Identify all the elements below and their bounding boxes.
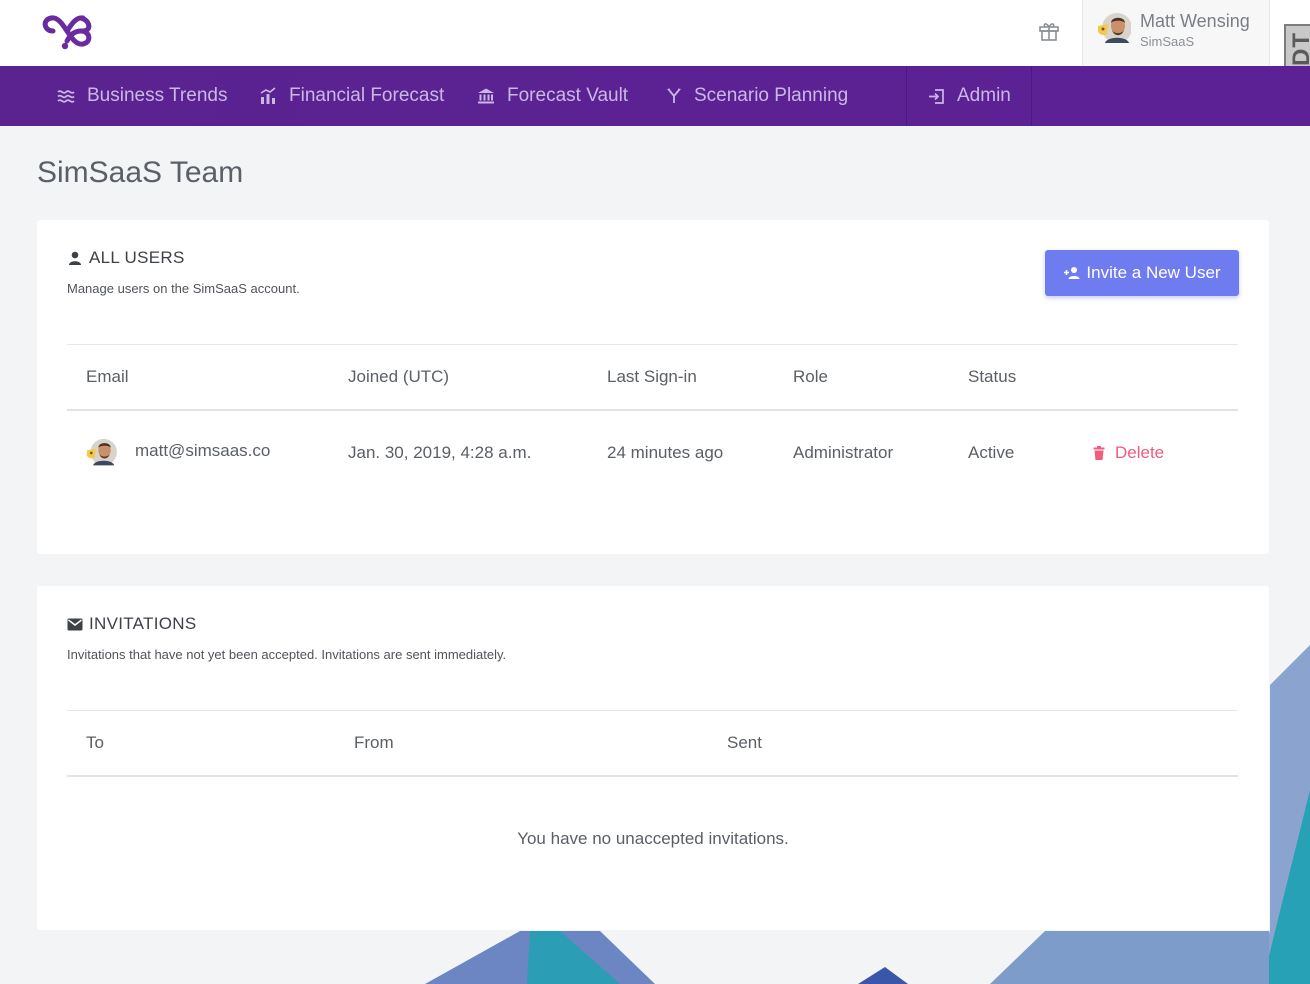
user-last-sign-in: 24 minutes ago	[607, 443, 724, 462]
invite-user-button[interactable]: Invite a New User	[1045, 250, 1239, 296]
user-name: Matt Wensing	[1140, 11, 1250, 31]
user-org: SimSaaS	[1140, 34, 1195, 49]
table-top-rule	[67, 344, 1238, 345]
mail-icon	[67, 618, 83, 630]
column-header-joined: Joined (UTC)	[348, 367, 450, 386]
users-card-subtitle: Manage users on the SimSaaS account.	[67, 281, 300, 296]
branch-icon	[667, 88, 681, 103]
avatar	[86, 438, 117, 466]
column-header-to: To	[86, 733, 104, 752]
trash-icon	[1093, 446, 1105, 460]
avatar	[1098, 13, 1131, 43]
top-bar: Matt Wensing SimSaaS DoDT	[0, 0, 1310, 102]
column-header-last-sign-in: Last Sign-in	[607, 367, 697, 386]
nav-label: Forecast Vault	[507, 85, 629, 106]
nav-business-trends[interactable]: Business Trends	[57, 66, 227, 126]
nav-label: Scenario Planning	[694, 85, 849, 106]
nav-admin[interactable]: Admin	[928, 66, 1011, 126]
invitations-card-title-text: INVITATIONS	[89, 614, 197, 633]
user-joined: Jan. 30, 2019, 4:28 a.m.	[348, 443, 532, 462]
user-status: Active	[968, 443, 1015, 462]
gift-icon[interactable]	[1038, 20, 1060, 42]
column-header-role: Role	[793, 367, 828, 386]
user-menu[interactable]: Matt Wensing SimSaaS	[1082, 0, 1270, 65]
users-card-title: ALL USERS	[67, 248, 185, 268]
trends-icon	[57, 90, 75, 103]
empty-invitations-message: You have no unaccepted invitations.	[517, 829, 789, 848]
nav-forecast-vault[interactable]: Forecast Vault	[477, 66, 628, 126]
invite-user-button-label: Invite a New User	[1086, 263, 1221, 282]
infinity-logo-icon[interactable]	[38, 11, 96, 51]
nav-scenario-planning[interactable]: Scenario Planning	[666, 66, 848, 126]
nav-divider	[1031, 66, 1032, 126]
person-icon	[69, 251, 81, 265]
bank-icon	[478, 88, 494, 104]
nav-label: Admin	[957, 85, 1011, 106]
invitations-card: INVITATIONS Invitations that have not ye…	[37, 586, 1269, 930]
delete-user-button[interactable]: Delete	[1093, 443, 1164, 463]
bar-chart-icon	[260, 87, 276, 104]
nav-financial-forecast[interactable]: Financial Forecast	[259, 66, 444, 126]
column-header-email: Email	[86, 367, 129, 386]
users-card-title-text: ALL USERS	[89, 248, 185, 267]
sign-in-icon	[929, 88, 944, 104]
column-header-sent: Sent	[727, 733, 762, 752]
table-header-rule	[67, 775, 1238, 777]
table-top-rule	[67, 710, 1238, 711]
person-add-icon	[1064, 267, 1080, 279]
invitations-card-subtitle: Invitations that have not yet been accep…	[67, 647, 507, 662]
column-header-from: From	[354, 733, 394, 752]
page-title: SimSaaS Team	[37, 156, 244, 189]
users-card: ALL USERS Manage users on the SimSaaS ac…	[37, 220, 1269, 554]
invitations-card-title: INVITATIONS	[67, 614, 197, 634]
nav-label: Financial Forecast	[289, 85, 445, 106]
nav-divider	[906, 66, 907, 126]
column-header-status: Status	[968, 367, 1017, 386]
user-email: matt@simsaas.co	[135, 441, 271, 460]
delete-user-label: Delete	[1115, 443, 1165, 462]
user-role: Administrator	[793, 443, 894, 462]
table-header-rule	[67, 409, 1238, 411]
main-nav: Business Trends Financial Forecast Forec…	[0, 66, 1310, 126]
nav-label: Business Trends	[87, 85, 228, 106]
